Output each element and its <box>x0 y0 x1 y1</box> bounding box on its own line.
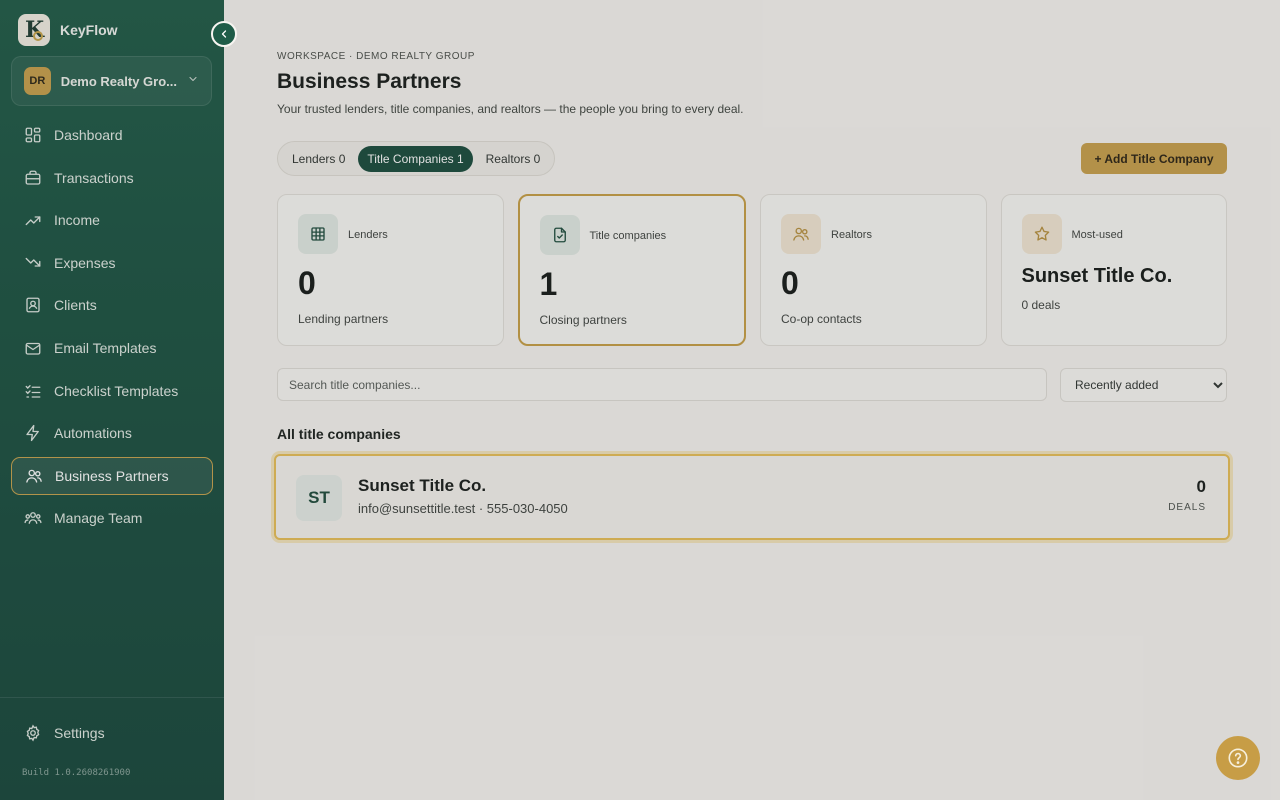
sort-select[interactable]: Recently added <box>1060 368 1227 402</box>
partner-row[interactable]: ST Sunset Title Co. info@sunsettitle.tes… <box>274 454 1230 540</box>
partner-tabs: Lenders 0 Title Companies 1 Realtors 0 <box>277 141 556 176</box>
card-value: Sunset Title Co. <box>1021 265 1173 287</box>
card-value: 0 <box>298 265 316 301</box>
sidebar-item-expenses[interactable]: Expenses <box>11 244 213 282</box>
sidebar-item-label: Manage Team <box>54 510 143 527</box>
card-realtors[interactable]: Realtors 0 Co-op contacts <box>760 194 987 346</box>
card-label: Most-used <box>1071 229 1123 241</box>
sidebar-item-automations[interactable]: Automations <box>11 414 213 452</box>
card-value: 0 <box>781 265 799 301</box>
sidebar-item-label: Expenses <box>54 254 116 271</box>
users-icon <box>781 214 821 254</box>
checklist-icon <box>25 384 41 398</box>
card-lenders[interactable]: Lenders 0 Lending partners <box>277 194 504 346</box>
sidebar-item-checklist-templates[interactable]: Checklist Templates <box>11 372 213 410</box>
sidebar-nav: Dashboard Transactions Income Expenses C… <box>11 116 213 542</box>
workspace-avatar: DR <box>24 67 51 95</box>
sidebar-item-dashboard[interactable]: Dashboard <box>11 116 213 154</box>
brand-name: KeyFlow <box>60 22 118 38</box>
partner-contact: info@sunsettitle.test · 555-030-4050 <box>358 501 568 516</box>
tab-title-companies[interactable]: Title Companies 1 <box>358 145 473 172</box>
star-icon <box>1021 214 1062 254</box>
add-title-company-button[interactable]: + Add Title Company <box>1081 143 1227 174</box>
breadcrumb: WORKSPACE · DEMO REALTY GROUP <box>277 51 475 62</box>
card-label: Lenders <box>348 229 388 241</box>
collapse-sidebar-button[interactable] <box>211 21 237 47</box>
key-icon <box>33 31 43 41</box>
sidebar-item-business-partners[interactable]: Business Partners <box>11 456 213 495</box>
sidebar-item-manage-team[interactable]: Manage Team <box>11 499 213 537</box>
card-description: Co-op contacts <box>781 312 862 326</box>
sidebar-item-label: Email Templates <box>54 339 157 356</box>
workspace-name: Demo Realty Gro... <box>60 73 177 89</box>
sidebar-item-label: Checklist Templates <box>54 382 179 399</box>
sidebar-item-label: Business Partners <box>55 467 169 484</box>
dashboard-icon <box>25 127 41 143</box>
sidebar-item-label: Automations <box>54 425 132 442</box>
sidebar-item-label: Clients <box>54 297 97 314</box>
partner-avatar: ST <box>296 475 342 521</box>
sidebar-item-email-templates[interactable]: Email Templates <box>11 329 213 367</box>
brand[interactable]: K KeyFlow <box>18 14 118 46</box>
page-subtitle: Your trusted lenders, title companies, a… <box>277 102 744 116</box>
card-label: Title companies <box>589 230 667 242</box>
team-icon <box>24 512 42 525</box>
bolt-icon <box>26 424 39 442</box>
sidebar-item-settings[interactable]: Settings <box>24 724 105 742</box>
contacts-icon <box>26 297 40 313</box>
file-check-icon <box>539 215 580 255</box>
help-button[interactable] <box>1216 736 1260 780</box>
sidebar-item-label: Dashboard <box>54 127 123 143</box>
main-content: WORKSPACE · DEMO REALTY GROUP Business P… <box>224 0 1280 800</box>
grid-icon <box>298 214 338 254</box>
gear-icon <box>26 724 40 742</box>
card-description: Lending partners <box>298 312 389 326</box>
sidebar-item-label: Income <box>54 212 100 229</box>
sidebar-item-clients[interactable]: Clients <box>11 286 213 324</box>
sidebar: K KeyFlow DR Demo Realty Gro... Dashboar… <box>0 0 224 800</box>
keyflow-logo: K <box>18 14 50 46</box>
mail-icon <box>25 342 41 355</box>
tab-realtors[interactable]: Realtors 0 <box>477 146 550 172</box>
users-icon <box>26 469 42 483</box>
deal-count: 0 <box>1196 477 1206 496</box>
sidebar-item-income[interactable]: Income <box>11 201 213 239</box>
trending-up-icon <box>25 216 41 226</box>
chevron-down-icon <box>187 72 199 90</box>
summary-cards: Lenders 0 Lending partners Title compani… <box>277 194 1227 346</box>
settings-label: Settings <box>54 725 105 741</box>
chevron-left-icon <box>221 30 227 38</box>
sidebar-divider <box>0 697 224 698</box>
card-most-used[interactable]: Most-used Sunset Title Co. 0 deals <box>1000 194 1227 346</box>
page-title: Business Partners <box>277 70 462 93</box>
help-icon <box>1228 748 1248 768</box>
trending-down-icon <box>25 257 41 267</box>
partner-name: Sunset Title Co. <box>358 476 487 495</box>
build-version: Build 1.0.2608261900 <box>22 768 131 778</box>
deal-count-label: DEALS <box>1168 502 1206 513</box>
search-input[interactable] <box>277 368 1047 401</box>
sidebar-item-transactions[interactable]: Transactions <box>11 159 213 197</box>
list-heading: All title companies <box>277 426 401 442</box>
card-title-companies[interactable]: Title companies 1 Closing partners <box>517 194 746 346</box>
sidebar-item-label: Transactions <box>54 169 134 186</box>
card-description: Closing partners <box>539 313 627 327</box>
briefcase-icon <box>25 170 41 185</box>
tab-lenders[interactable]: Lenders 0 <box>283 146 354 172</box>
card-label: Realtors <box>831 229 872 241</box>
workspace-switcher[interactable]: DR Demo Realty Gro... <box>11 56 212 106</box>
card-value: 1 <box>539 266 558 302</box>
card-description: 0 deals <box>1021 298 1061 312</box>
